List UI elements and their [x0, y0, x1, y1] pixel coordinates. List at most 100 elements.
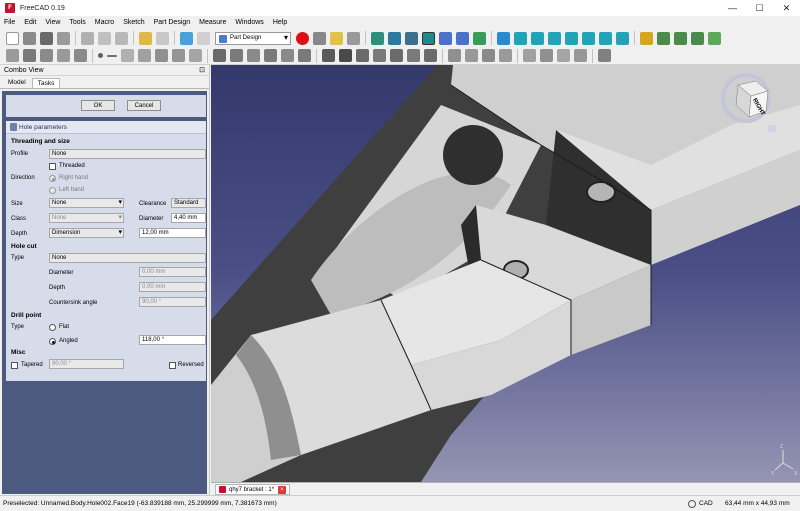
angled-radio[interactable] — [49, 338, 56, 345]
right-hand-radio[interactable] — [49, 175, 56, 182]
menu-help[interactable]: Help — [273, 19, 287, 26]
cut-icon[interactable] — [81, 31, 94, 45]
thickness-icon[interactable] — [574, 49, 587, 62]
additive-primitive-icon[interactable] — [298, 49, 311, 62]
menu-measure[interactable]: Measure — [199, 19, 226, 26]
copy-icon[interactable] — [98, 31, 111, 45]
local-coord-system-icon[interactable] — [138, 49, 151, 62]
validate-sketch-icon[interactable] — [74, 49, 87, 62]
chamfer-icon[interactable] — [540, 49, 553, 62]
hole-parameters-header[interactable]: Hole parameters — [6, 121, 206, 134]
pocket-icon[interactable] — [322, 49, 335, 62]
menu-edit[interactable]: Edit — [24, 19, 36, 26]
view-rear-icon[interactable] — [582, 31, 595, 45]
menu-tools[interactable]: Tools — [69, 19, 85, 26]
subtractive-primitive-icon[interactable] — [424, 49, 437, 62]
maximize-button[interactable]: ☐ — [746, 0, 773, 16]
ok-button[interactable]: OK — [81, 100, 115, 111]
paste-icon[interactable] — [115, 31, 128, 45]
sync-view-icon[interactable] — [422, 31, 435, 45]
class-select[interactable]: None — [49, 213, 124, 223]
map-sketch-icon[interactable] — [57, 49, 70, 62]
revolution-icon[interactable] — [230, 49, 243, 62]
clone-icon[interactable] — [189, 49, 202, 62]
3d-viewport[interactable]: RIGHT Z Y X — [211, 65, 800, 482]
cut-diameter-input[interactable]: 0,00 mm — [139, 267, 206, 277]
workbench-selector[interactable]: Part Design — [215, 31, 291, 45]
whats-this-icon[interactable] — [197, 31, 210, 45]
tapered-angle-input[interactable]: 90,00 ° — [49, 359, 124, 369]
shape-binder-icon[interactable] — [155, 49, 168, 62]
view-right-icon[interactable] — [565, 31, 578, 45]
datum-line-icon[interactable] — [107, 54, 117, 57]
macro-run-icon[interactable] — [347, 31, 360, 45]
menu-windows[interactable]: Windows — [235, 19, 263, 26]
measure-distance-icon[interactable] — [640, 31, 653, 45]
create-sketch-icon[interactable] — [23, 49, 36, 62]
close-window-button[interactable]: ✕ — [773, 0, 800, 16]
model-render[interactable]: RIGHT Z Y X — [211, 65, 800, 482]
menu-view[interactable]: View — [45, 19, 60, 26]
groove-icon[interactable] — [356, 49, 369, 62]
datum-point-icon[interactable] — [98, 53, 103, 58]
diameter-input[interactable]: 4,40 mm — [171, 213, 206, 223]
print-icon[interactable] — [57, 31, 70, 45]
pad-icon[interactable] — [213, 49, 226, 62]
view-isometric-icon[interactable] — [514, 31, 527, 45]
view-front-icon[interactable] — [531, 31, 544, 45]
open-browser-icon[interactable] — [657, 31, 670, 45]
fillet-icon[interactable] — [523, 49, 536, 62]
macro-edit-icon[interactable] — [330, 31, 343, 45]
draft-icon[interactable] — [557, 49, 570, 62]
flat-radio[interactable] — [49, 324, 56, 331]
redo-icon[interactable] — [156, 31, 169, 45]
view-top-icon[interactable] — [548, 31, 561, 45]
menu-part-design[interactable]: Part Design — [154, 19, 191, 26]
subshape-binder-icon[interactable] — [172, 49, 185, 62]
clearance-select[interactable]: Standard — [171, 198, 206, 208]
depth-input[interactable]: 12,00 mm — [139, 228, 206, 238]
datum-plane-icon[interactable] — [121, 49, 134, 62]
close-document-icon[interactable]: × — [278, 485, 287, 494]
cut-depth-input[interactable]: 0,00 mm — [139, 282, 206, 292]
save-icon[interactable] — [40, 31, 53, 45]
size-select[interactable]: None — [49, 198, 124, 208]
menu-sketch[interactable]: Sketch — [123, 19, 144, 26]
menu-file[interactable]: File — [4, 19, 15, 26]
cut-type-select[interactable]: None — [49, 253, 206, 263]
zoom-icon[interactable] — [497, 31, 510, 45]
loft-icon[interactable] — [247, 49, 260, 62]
macro-record-icon[interactable] — [296, 31, 309, 45]
document-tab[interactable]: qhy7 bracket : 1* × — [215, 484, 291, 495]
fit-selection-icon[interactable] — [388, 31, 401, 45]
navigation-style-selector[interactable]: CAD — [688, 499, 713, 508]
helix-icon[interactable] — [281, 49, 294, 62]
threaded-checkbox[interactable] — [49, 163, 56, 170]
depth-mode-select[interactable]: Dimension — [49, 228, 124, 238]
fit-all-icon[interactable] — [371, 31, 384, 45]
polar-pattern-icon[interactable] — [482, 49, 495, 62]
menu-macro[interactable]: Macro — [95, 19, 114, 26]
tab-model[interactable]: Model — [2, 77, 32, 88]
refresh-icon[interactable] — [180, 31, 193, 45]
navcube-view-menu[interactable] — [768, 125, 776, 132]
edit-sketch-icon[interactable] — [40, 49, 53, 62]
tab-tasks[interactable]: Tasks — [31, 78, 61, 88]
new-document-icon[interactable] — [6, 31, 19, 45]
create-body-icon[interactable] — [6, 49, 19, 62]
hole-icon[interactable] — [339, 49, 352, 62]
undo-icon[interactable] — [139, 31, 152, 45]
subtractive-pipe-icon[interactable] — [390, 49, 403, 62]
select-filter-icon[interactable] — [473, 31, 486, 45]
left-hand-radio[interactable] — [49, 187, 56, 194]
float-panel-icon[interactable]: ⊡ — [199, 66, 205, 74]
mirrored-icon[interactable] — [448, 49, 461, 62]
open-icon[interactable] — [23, 31, 36, 45]
cancel-button[interactable]: Cancel — [127, 100, 161, 111]
tapered-checkbox[interactable] — [11, 362, 18, 369]
linear-pattern-icon[interactable] — [465, 49, 478, 62]
view-bottom-icon[interactable] — [599, 31, 612, 45]
countersink-angle-input[interactable]: 90,00 ° — [139, 297, 206, 307]
nav-forward-icon[interactable] — [456, 31, 469, 45]
pipe-icon[interactable] — [264, 49, 277, 62]
